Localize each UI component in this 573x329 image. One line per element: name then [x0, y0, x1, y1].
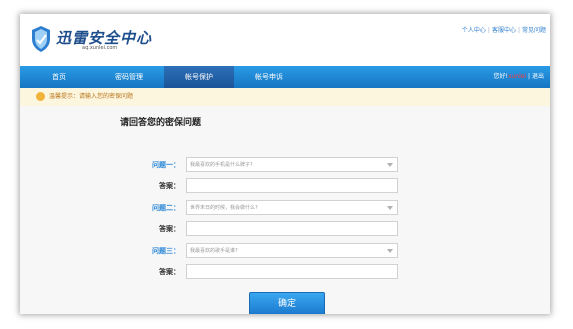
form-title: 请回答您的密保问题	[120, 118, 202, 128]
chevron-down-icon	[387, 206, 393, 210]
top-header: 迅雷安全中心 aq.xunlei.com 个人中心 | 客服中心 | 常见问题	[20, 14, 550, 66]
question-3-label: 问题三：	[152, 247, 180, 255]
logout-link[interactable]: 退出	[532, 73, 544, 80]
question-2-value: 世界末日的时候，我会做什么?	[190, 205, 258, 211]
notice-bar: 温馨提示：请输入您的密保问题	[20, 88, 550, 107]
question-2-select[interactable]: 世界末日的时候，我会做什么?	[186, 200, 398, 215]
answer-1-input[interactable]	[186, 178, 398, 193]
confirm-button[interactable]: 确定	[249, 292, 325, 314]
user-info: 您好!xunlei | 退出	[493, 73, 544, 80]
security-question-form: 请回答您的密保问题 问题一： 我最喜欢的手机是什么牌子? 答案： 问题二： 世界…	[20, 106, 550, 314]
nav-item-password[interactable]: 密码管理	[94, 66, 164, 88]
answer-2-label: 答案：	[159, 225, 180, 233]
top-link-faq[interactable]: 常见问题	[522, 27, 546, 34]
answer-1-label: 答案：	[159, 182, 180, 190]
notice-text: 温馨提示：请输入您的密保问题	[49, 93, 134, 100]
answer-2-input[interactable]	[186, 221, 398, 236]
answer-3-input[interactable]	[186, 264, 398, 279]
brand-url: aq.xunlei.com	[82, 45, 118, 51]
answer-3-label: 答案：	[159, 268, 180, 276]
chevron-down-icon	[387, 163, 393, 167]
top-link-service[interactable]: 客服中心	[492, 27, 516, 34]
question-1-value: 我最喜欢的手机是什么牌子?	[190, 162, 253, 168]
user-greeting: 您好!	[493, 73, 508, 80]
shield-logo-icon	[32, 26, 50, 52]
nav-item-account-protect[interactable]: 帐号保护	[164, 66, 234, 88]
nav-item-home[interactable]: 首页	[24, 66, 94, 88]
question-1-select[interactable]: 我最喜欢的手机是什么牌子?	[186, 157, 398, 172]
chevron-down-icon	[387, 249, 393, 253]
info-icon	[36, 92, 45, 101]
question-3-value: 我最喜欢的歌手是谁?	[190, 248, 238, 254]
question-1-label: 问题一：	[152, 161, 180, 169]
nav-item-appeal[interactable]: 帐号申诉	[234, 66, 304, 88]
browser-frame: 迅雷安全中心 aq.xunlei.com 个人中心 | 客服中心 | 常见问题 首页 密…	[20, 14, 550, 314]
top-links: 个人中心 | 客服中心 | 常见问题	[462, 25, 546, 34]
logo[interactable]: 迅雷安全中心 aq.xunlei.com	[30, 25, 170, 57]
user-name[interactable]: xunlei	[508, 73, 526, 80]
main-nav: 首页 密码管理 帐号保护 帐号申诉 您好!xunlei | 退出	[20, 66, 550, 88]
question-3-select[interactable]: 我最喜欢的歌手是谁?	[186, 243, 398, 258]
question-2-label: 问题二：	[152, 204, 180, 212]
top-link-personal[interactable]: 个人中心	[462, 27, 486, 34]
